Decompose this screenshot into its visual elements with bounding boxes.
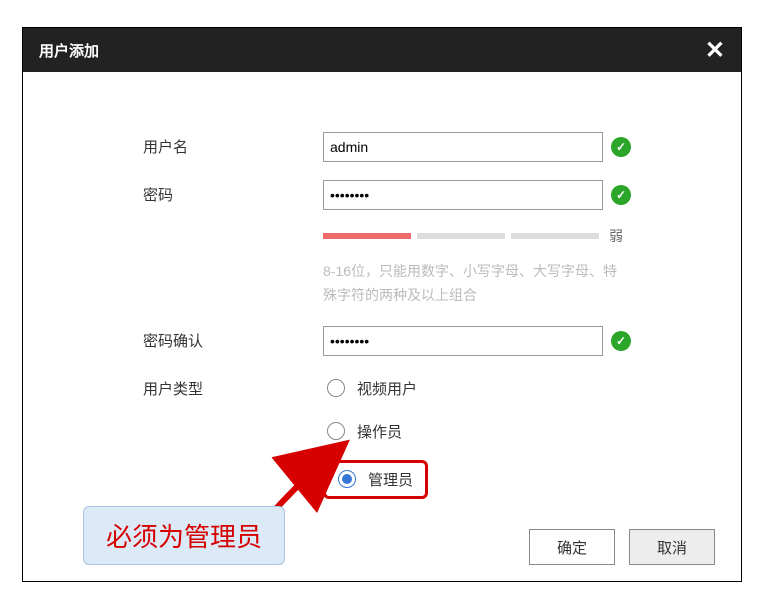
ok-button[interactable]: 确定 [529, 529, 615, 565]
radio-group-user-type: 视频用户 操作员 管理员 [323, 374, 428, 499]
strength-label: 弱 [609, 226, 623, 246]
strength-seg-1 [323, 233, 411, 239]
row-username: 用户名 ✓ [143, 132, 701, 162]
dialog-header: 用户添加 ✕ [23, 28, 741, 72]
input-username[interactable] [323, 132, 603, 162]
highlight-box-admin: 管理员 [323, 460, 428, 499]
check-icon: ✓ [611, 331, 631, 351]
label-password-confirm: 密码确认 [143, 326, 323, 351]
radio-icon [338, 470, 356, 488]
radio-label: 操作员 [357, 421, 402, 442]
cancel-button[interactable]: 取消 [629, 529, 715, 565]
label-user-type: 用户类型 [143, 374, 323, 399]
password-strength: 弱 [323, 226, 623, 246]
callout-must-be-admin: 必须为管理员 [83, 506, 285, 565]
add-user-dialog: 用户添加 ✕ 用户名 ✓ 密码 ✓ [22, 27, 742, 582]
row-password: 密码 ✓ 弱 8-16位，只能用数字、小写字母、大写字母、特殊字符的两种及以上组… [143, 180, 701, 308]
input-password-confirm[interactable] [323, 326, 603, 356]
check-icon: ✓ [611, 137, 631, 157]
check-icon: ✓ [611, 185, 631, 205]
radio-icon [327, 379, 345, 397]
close-icon[interactable]: ✕ [705, 36, 725, 65]
radio-admin[interactable]: 管理员 [334, 467, 417, 492]
input-password[interactable] [323, 180, 603, 210]
row-password-confirm: 密码确认 ✓ [143, 326, 701, 356]
password-hint: 8-16位，只能用数字、小写字母、大写字母、特殊字符的两种及以上组合 [323, 260, 623, 308]
strength-seg-3 [511, 233, 599, 239]
callout-text: 必须为管理员 [106, 522, 262, 552]
radio-label: 视频用户 [357, 378, 417, 399]
dialog-title: 用户添加 [39, 40, 99, 61]
strength-seg-2 [417, 233, 505, 239]
dialog-footer: 确定 取消 [529, 529, 715, 565]
radio-operator[interactable]: 操作员 [323, 417, 428, 446]
radio-icon [327, 422, 345, 440]
radio-video-user[interactable]: 视频用户 [323, 374, 428, 403]
label-username: 用户名 [143, 132, 323, 157]
row-user-type: 用户类型 视频用户 操作员 管理员 [143, 374, 701, 499]
label-password: 密码 [143, 180, 323, 205]
strength-bar [323, 233, 599, 239]
radio-label: 管理员 [368, 469, 413, 490]
dialog-body: 用户名 ✓ 密码 ✓ 弱 [23, 72, 741, 499]
